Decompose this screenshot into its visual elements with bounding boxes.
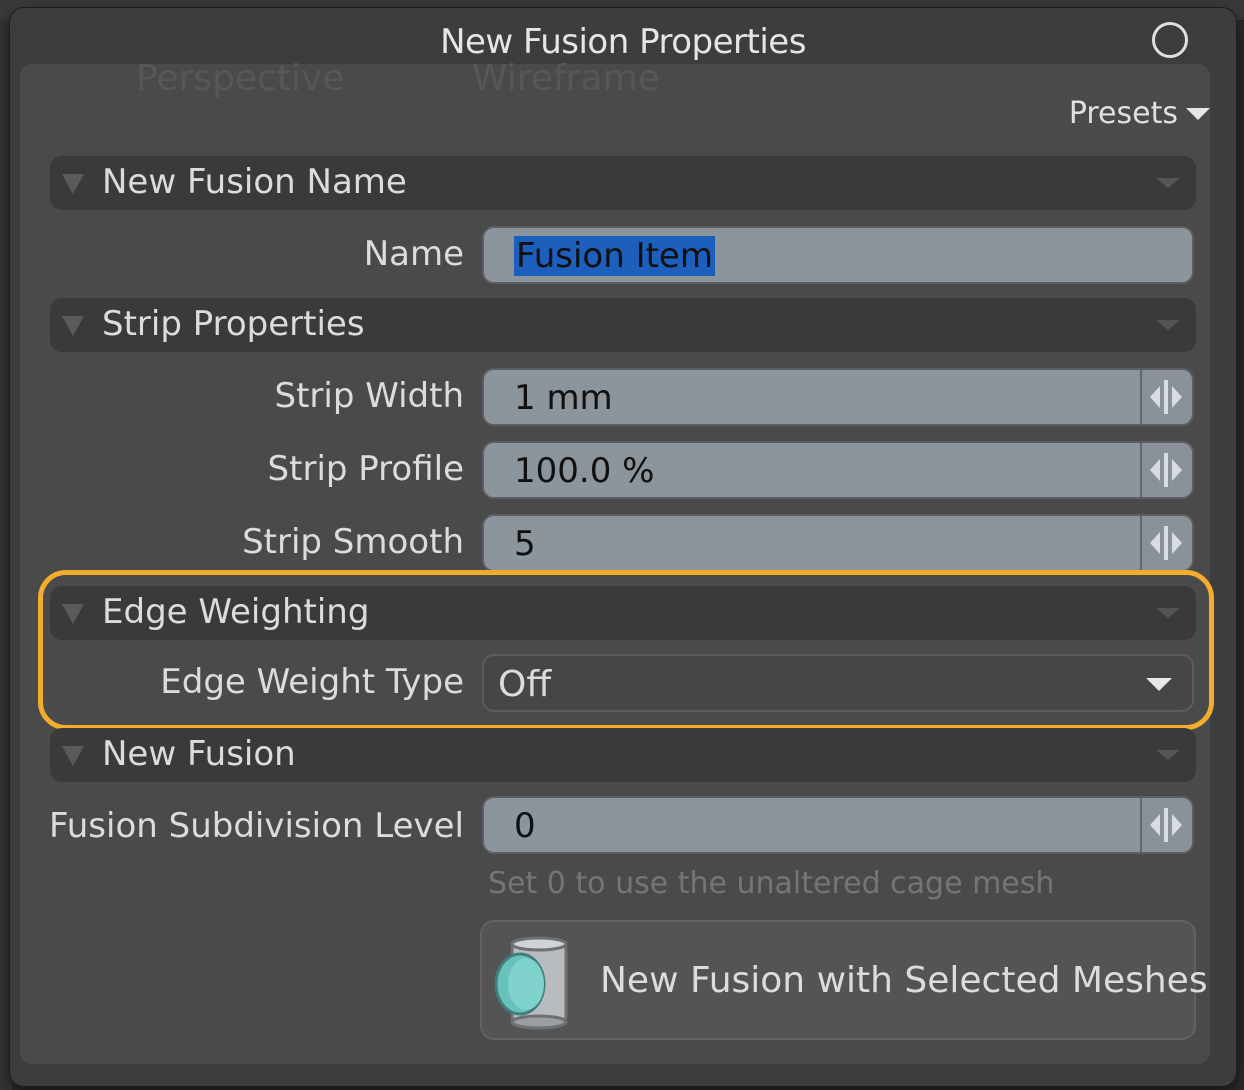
drag-stepper-icon[interactable] bbox=[1140, 443, 1192, 497]
section-menu-icon bbox=[1156, 178, 1180, 188]
fusion-subdivision-value: 0 bbox=[514, 806, 536, 846]
section-label: Strip Properties bbox=[102, 304, 365, 344]
name-label: Name bbox=[363, 234, 464, 274]
section-label: New Fusion Name bbox=[102, 162, 407, 202]
strip-width-value: 1 mm bbox=[514, 378, 613, 418]
fusion-subdivision-label: Fusion Subdivision Level bbox=[49, 806, 464, 846]
name-input[interactable]: Fusion Item bbox=[482, 226, 1194, 284]
strip-smooth-input[interactable]: 5 bbox=[482, 514, 1194, 572]
strip-width-label: Strip Width bbox=[274, 376, 464, 416]
fusion-cylinder-icon bbox=[494, 936, 568, 1030]
section-label: Edge Weighting bbox=[102, 592, 370, 632]
chevron-down-icon bbox=[1146, 678, 1172, 691]
strip-width-input[interactable]: 1 mm bbox=[482, 368, 1194, 426]
fusion-subdivision-input[interactable]: 0 bbox=[482, 796, 1194, 854]
section-edge-weighting[interactable]: Edge Weighting bbox=[50, 586, 1196, 640]
dialog-title: New Fusion Properties bbox=[440, 22, 806, 62]
section-strip-properties[interactable]: Strip Properties bbox=[50, 298, 1196, 352]
subdivision-hint: Set 0 to use the unaltered cage mesh bbox=[488, 866, 1055, 901]
collapse-arrow-icon bbox=[62, 174, 84, 194]
drag-stepper-icon[interactable] bbox=[1140, 370, 1192, 424]
section-new-fusion[interactable]: New Fusion bbox=[50, 728, 1196, 782]
collapse-arrow-icon bbox=[62, 746, 84, 766]
strip-profile-input[interactable]: 100.0 % bbox=[482, 441, 1194, 499]
strip-profile-label: Strip Profile bbox=[267, 449, 464, 489]
section-menu-icon bbox=[1156, 608, 1180, 618]
background-viewport-label: Perspective bbox=[136, 58, 345, 99]
drag-stepper-icon[interactable] bbox=[1140, 516, 1192, 570]
collapse-arrow-icon bbox=[62, 604, 84, 624]
button-label: New Fusion with Selected Meshes bbox=[600, 960, 1208, 1001]
section-new-fusion-name[interactable]: New Fusion Name bbox=[50, 156, 1196, 210]
strip-smooth-label: Strip Smooth bbox=[242, 522, 464, 562]
section-label: New Fusion bbox=[102, 734, 296, 774]
background-shading-label: Wireframe bbox=[472, 58, 660, 99]
edge-weight-type-dropdown[interactable]: Off bbox=[482, 654, 1194, 712]
presets-label: Presets bbox=[1068, 96, 1178, 131]
drag-stepper-icon[interactable] bbox=[1140, 798, 1192, 852]
presets-button[interactable]: Presets bbox=[1069, 96, 1210, 131]
edge-weight-type-label: Edge Weight Type bbox=[160, 662, 464, 702]
section-menu-icon bbox=[1156, 750, 1180, 760]
name-value: Fusion Item bbox=[514, 236, 715, 276]
chevron-down-icon bbox=[1186, 107, 1210, 120]
collapse-arrow-icon bbox=[62, 316, 84, 336]
strip-profile-value: 100.0 % bbox=[514, 451, 655, 491]
section-menu-icon bbox=[1156, 320, 1180, 330]
new-fusion-with-selected-meshes-button[interactable]: New Fusion with Selected Meshes bbox=[480, 920, 1208, 1040]
close-icon[interactable] bbox=[1152, 22, 1188, 58]
edge-weight-type-value: Off bbox=[498, 664, 552, 705]
strip-smooth-value: 5 bbox=[514, 524, 536, 564]
